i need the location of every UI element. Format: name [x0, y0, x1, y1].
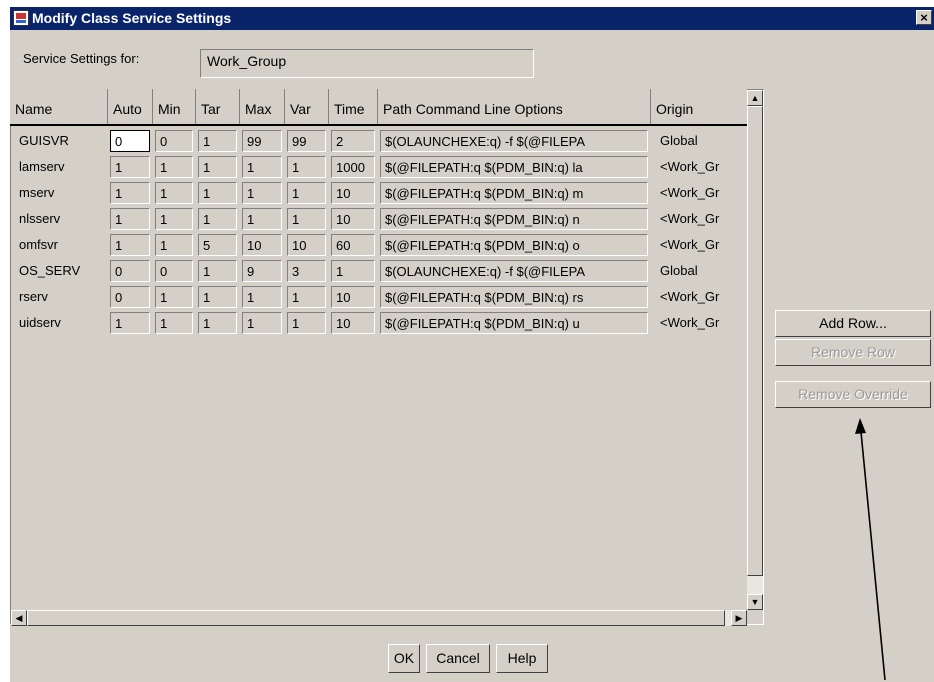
annotation-arrow	[855, 418, 886, 681]
arrow-shaft	[860, 431, 886, 681]
arrow-head-icon	[855, 418, 866, 434]
